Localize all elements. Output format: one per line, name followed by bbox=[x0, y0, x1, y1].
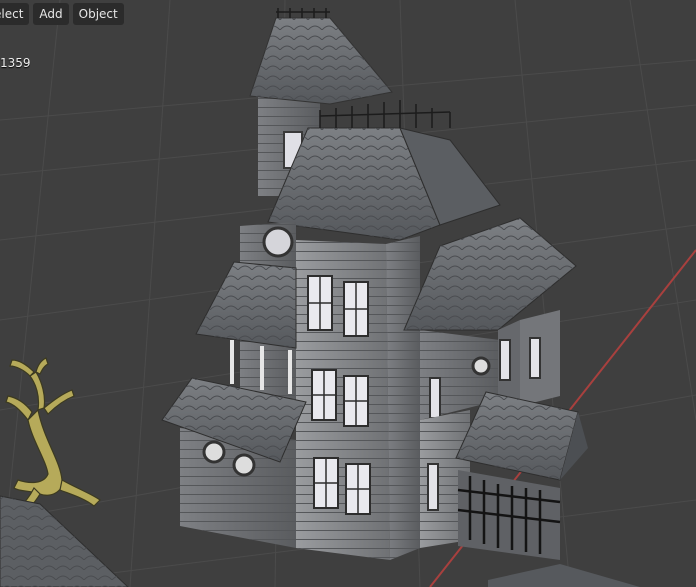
viewport-scene[interactable] bbox=[0, 0, 696, 587]
viewport-header-menus: elect Add Object bbox=[0, 3, 124, 25]
3d-viewport[interactable]: elect Add Object 1359 bbox=[0, 0, 696, 587]
dead-tree-model[interactable] bbox=[5, 357, 101, 517]
haunted-house-model[interactable] bbox=[161, 8, 588, 560]
scene-statistics-text: 1359 bbox=[0, 56, 31, 70]
select-menu[interactable]: elect bbox=[0, 3, 30, 25]
add-menu[interactable]: Add bbox=[33, 3, 69, 25]
object-menu[interactable]: Object bbox=[72, 3, 124, 25]
